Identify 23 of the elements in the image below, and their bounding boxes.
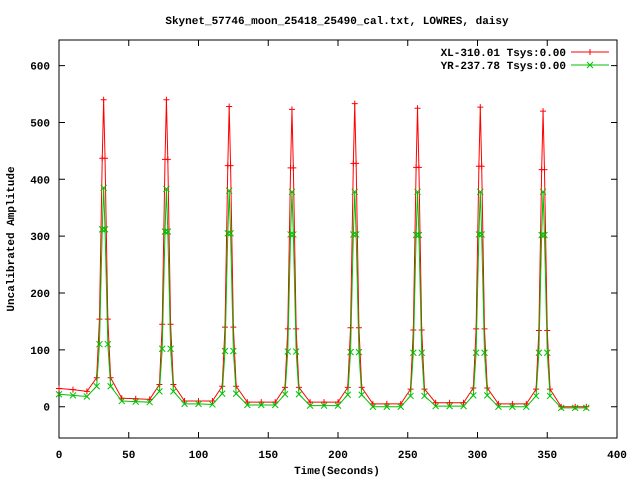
x-tick-label: 350 bbox=[537, 450, 558, 462]
y-tick-label: 200 bbox=[30, 289, 50, 302]
x-tick-label: 50 bbox=[122, 450, 136, 462]
legend-sample-line bbox=[570, 48, 610, 56]
x-tick-label: 0 bbox=[56, 450, 62, 462]
y-tick-label: 500 bbox=[30, 118, 50, 130]
chart-title: Skynet_57746_moon_25418_25490_cal.txt, LOWRES, daisy bbox=[165, 16, 509, 28]
y-tick-label: 0 bbox=[43, 402, 50, 415]
y-tick-label: 400 bbox=[30, 175, 50, 188]
x-tick-label: 300 bbox=[468, 450, 488, 462]
y-tick-label: 600 bbox=[30, 62, 50, 74]
x-tick-label: 400 bbox=[607, 450, 627, 462]
legend-label: YR-237.78 Tsys:0.00 bbox=[440, 61, 566, 73]
x-tick-label: 200 bbox=[328, 450, 348, 462]
y-tick-label: 100 bbox=[30, 346, 50, 358]
legend-label: XL-310.01 Tsys:0.00 bbox=[440, 48, 566, 60]
legend-sample-line bbox=[570, 62, 610, 68]
y-tick-label: 300 bbox=[30, 232, 50, 244]
x-tick-label: 100 bbox=[188, 450, 208, 462]
x-axis-label: Time(Seconds) bbox=[294, 466, 380, 478]
x-tick-label: 250 bbox=[398, 450, 418, 462]
y-axis-label: Uncalibrated Amplitude bbox=[6, 166, 18, 312]
x-tick-label: 150 bbox=[258, 450, 278, 462]
